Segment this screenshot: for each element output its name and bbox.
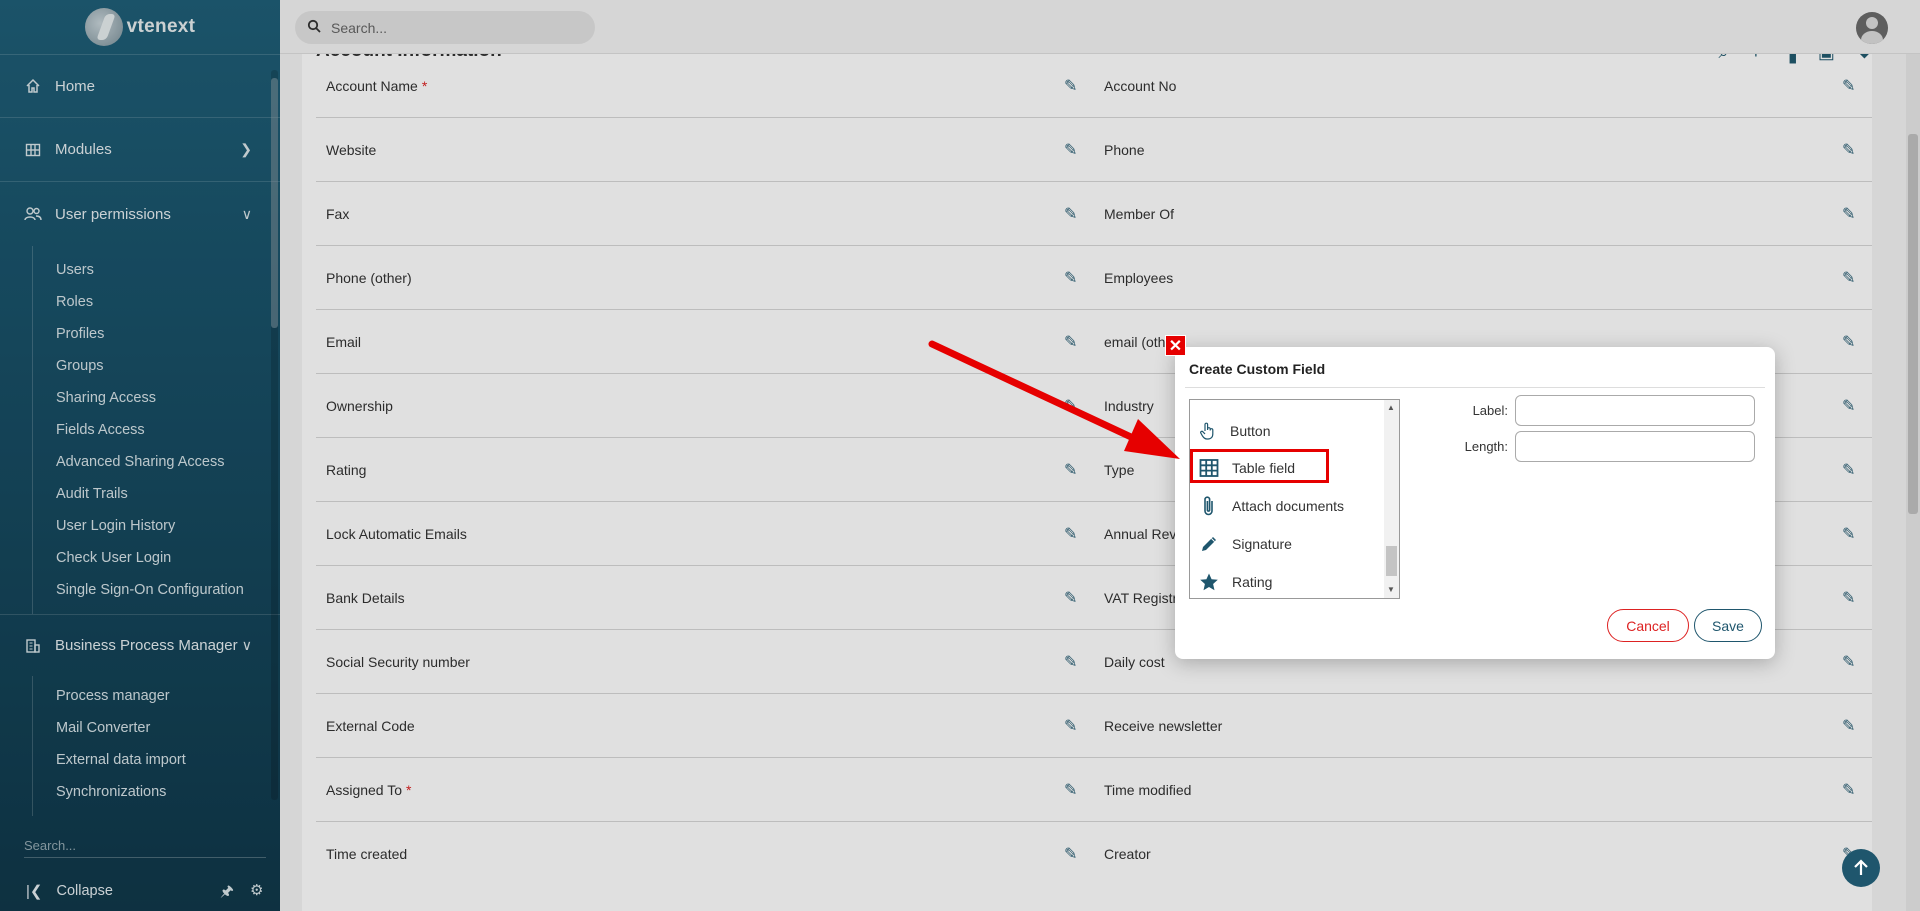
paperclip-icon — [1198, 495, 1220, 517]
field-type-label: Attach documents — [1232, 498, 1345, 514]
length-field-label: Length: — [1464, 439, 1508, 454]
field-type-list[interactable]: Button Table field Attach documents Sign… — [1189, 399, 1400, 599]
length-input[interactable] — [1515, 431, 1755, 462]
scroll-to-top-button[interactable] — [1842, 849, 1880, 887]
field-type-rating[interactable]: Rating — [1190, 564, 1382, 598]
field-type-label: Button — [1230, 423, 1271, 439]
field-type-label: Signature — [1232, 536, 1292, 552]
scroll-up-arrow-icon[interactable]: ▲ — [1387, 403, 1395, 412]
close-icon[interactable]: ✕ — [1165, 335, 1186, 356]
field-type-label: Rating — [1232, 574, 1273, 590]
hand-pointer-icon — [1196, 420, 1218, 442]
label-input[interactable] — [1515, 395, 1755, 426]
list-scrollbar[interactable]: ▲ ▼ — [1384, 400, 1399, 598]
star-icon — [1198, 571, 1220, 593]
list-item-partial — [1190, 400, 1382, 406]
arrow-up-icon — [1854, 859, 1868, 875]
field-type-button[interactable]: Button — [1190, 413, 1382, 449]
dialog-title: Create Custom Field — [1189, 361, 1326, 377]
cancel-button[interactable]: Cancel — [1607, 609, 1689, 642]
field-type-attach-documents[interactable]: Attach documents — [1190, 488, 1382, 524]
scroll-down-arrow-icon[interactable]: ▼ — [1387, 585, 1395, 594]
highlight-box — [1190, 449, 1329, 483]
list-scrollbar-thumb[interactable] — [1386, 546, 1397, 576]
pen-icon — [1198, 533, 1220, 555]
save-button[interactable]: Save — [1694, 609, 1762, 642]
label-field-label: Label: — [1472, 403, 1508, 418]
create-custom-field-dialog: Create Custom Field Button Table field A… — [1175, 347, 1775, 659]
field-type-signature[interactable]: Signature — [1190, 526, 1382, 562]
divider — [1185, 387, 1765, 388]
